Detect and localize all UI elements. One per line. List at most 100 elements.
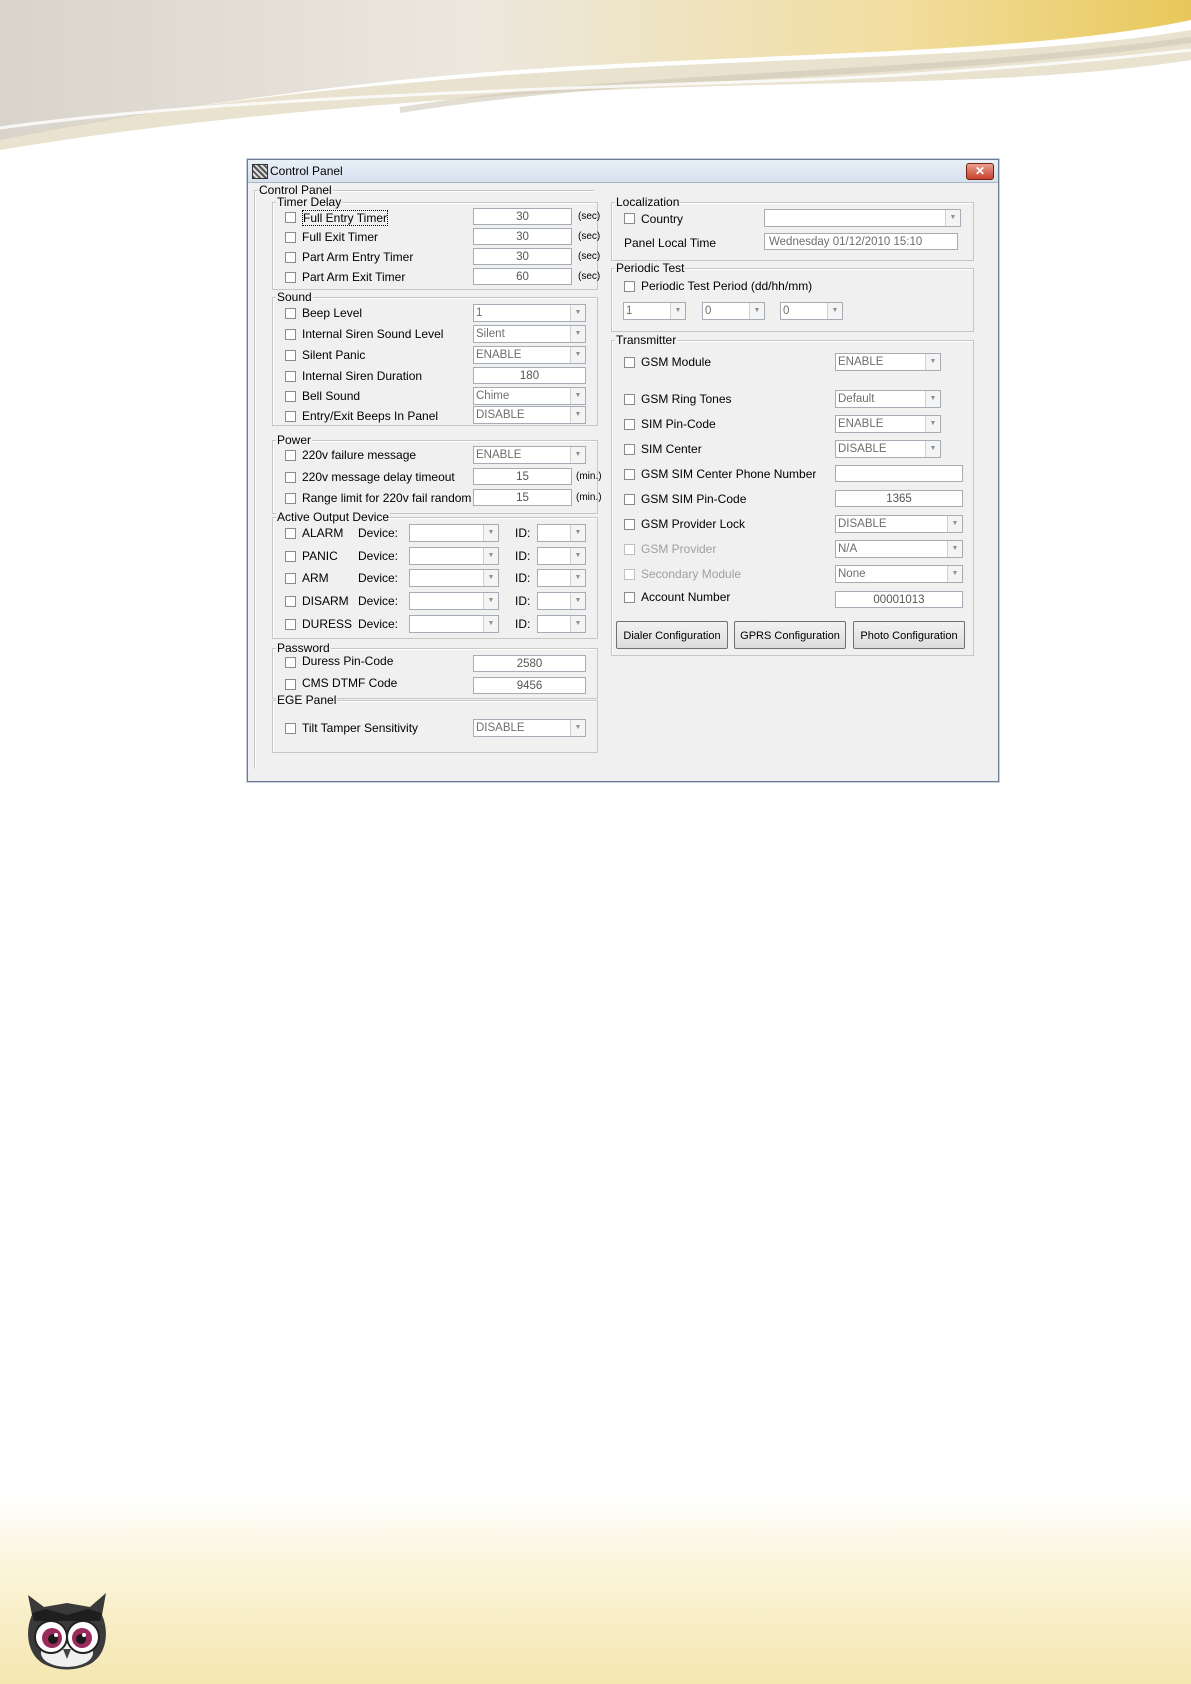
periodic-test-period-checkbox[interactable] <box>624 281 635 292</box>
duress-device-select[interactable]: ▼ <box>409 615 499 633</box>
sim-center-checkbox[interactable] <box>624 444 635 455</box>
gsm-ring-tones-select[interactable]: Default ▼ <box>835 390 941 408</box>
arm-id-select[interactable]: ▼ <box>537 569 586 587</box>
close-button[interactable]: ✕ <box>966 163 994 180</box>
chevron-down-icon: ▼ <box>925 441 940 457</box>
title-bar[interactable]: Control Panel ✕ <box>248 160 998 183</box>
message-delay-timeout-checkbox[interactable] <box>285 472 296 483</box>
account-number-row: Account Number 00001013 <box>612 590 973 608</box>
panic-checkbox[interactable] <box>285 551 296 562</box>
control-panel-window: Control Panel ✕ Control Panel Timer Dela… <box>247 159 999 782</box>
duress-device-label: Device: <box>358 617 399 631</box>
gsm-provider-lock-checkbox[interactable] <box>624 519 635 530</box>
gsm-ring-tones-checkbox[interactable] <box>624 394 635 405</box>
beep-level-select[interactable]: 1 ▼ <box>473 304 586 322</box>
bell-sound-select[interactable]: Chime ▼ <box>473 387 586 405</box>
arm-label: ARM <box>302 571 329 585</box>
internal-siren-sound-level-select[interactable]: Silent ▼ <box>473 325 586 343</box>
transmitter-label: Transmitter <box>615 333 678 347</box>
gsm-provider-value: N/A <box>838 543 858 555</box>
secondary-module-checkbox <box>624 569 635 580</box>
chevron-down-icon: ▼ <box>570 570 585 586</box>
disarm-checkbox[interactable] <box>285 596 296 607</box>
alarm-id-select[interactable]: ▼ <box>537 524 586 542</box>
full-exit-timer-checkbox[interactable] <box>285 232 296 243</box>
internal-siren-sound-level-checkbox[interactable] <box>285 329 296 340</box>
cms-dtmf-code-row: CMS DTMF Code 9456 <box>273 675 597 694</box>
cms-dtmf-code-checkbox[interactable] <box>285 679 296 690</box>
gsm-sim-center-phone-checkbox[interactable] <box>624 469 635 480</box>
gprs-configuration-button[interactable]: GPRS Configuration <box>734 621 846 649</box>
full-exit-timer-input[interactable]: 30 <box>473 228 572 245</box>
failure-message-select[interactable]: ENABLE ▼ <box>473 446 586 464</box>
panic-device-select[interactable]: ▼ <box>409 547 499 565</box>
photo-configuration-button[interactable]: Photo Configuration <box>853 621 965 649</box>
internal-siren-duration-row: Internal Siren Duration 180 <box>273 367 597 385</box>
gsm-module-checkbox[interactable] <box>624 357 635 368</box>
silent-panic-checkbox[interactable] <box>285 350 296 361</box>
timer-delay-label: Timer Delay <box>276 195 343 209</box>
country-checkbox[interactable] <box>624 213 635 224</box>
internal-siren-duration-checkbox[interactable] <box>285 371 296 382</box>
periodic-test-period-row: Periodic Test Period (dd/hh/mm) <box>612 277 973 295</box>
silent-panic-select[interactable]: ENABLE ▼ <box>473 346 586 364</box>
gsm-module-select[interactable]: ENABLE ▼ <box>835 353 941 371</box>
duress-pin-code-input[interactable]: 2580 <box>473 655 586 672</box>
gsm-provider-lock-select[interactable]: DISABLE ▼ <box>835 515 963 533</box>
alarm-output-row: ALARM Device: ▼ ID: ▼ <box>273 524 597 542</box>
full-entry-timer-input[interactable]: 30 <box>473 208 572 225</box>
account-number-checkbox[interactable] <box>624 592 635 603</box>
sim-center-select[interactable]: DISABLE ▼ <box>835 440 941 458</box>
chevron-down-icon: ▼ <box>570 525 585 541</box>
gsm-sim-center-phone-input[interactable] <box>835 465 963 482</box>
chevron-down-icon: ▼ <box>570 305 585 321</box>
silent-panic-label: Silent Panic <box>302 348 366 362</box>
gsm-sim-pin-code-checkbox[interactable] <box>624 494 635 505</box>
disarm-id-label: ID: <box>515 594 531 608</box>
panic-id-select[interactable]: ▼ <box>537 547 586 565</box>
chevron-down-icon: ▼ <box>827 303 842 319</box>
panel-local-time-field: Wednesday 01/12/2010 15:10 <box>764 233 958 250</box>
full-entry-timer-checkbox[interactable] <box>285 212 296 223</box>
periodic-test-hours-select[interactable]: 0 ▼ <box>702 302 765 320</box>
part-arm-entry-timer-checkbox[interactable] <box>285 252 296 263</box>
cms-dtmf-code-input[interactable]: 9456 <box>473 677 586 694</box>
periodic-test-minutes-select[interactable]: 0 ▼ <box>780 302 843 320</box>
arm-checkbox[interactable] <box>285 573 296 584</box>
country-select[interactable]: ▼ <box>764 209 961 227</box>
duress-id-select[interactable]: ▼ <box>537 615 586 633</box>
internal-siren-duration-input[interactable]: 180 <box>473 367 586 384</box>
entry-exit-beeps-checkbox[interactable] <box>285 411 296 422</box>
failure-message-checkbox[interactable] <box>285 450 296 461</box>
arm-device-select[interactable]: ▼ <box>409 569 499 587</box>
gsm-sim-center-phone-row: GSM SIM Center Phone Number <box>612 465 973 483</box>
sim-pin-code-checkbox[interactable] <box>624 419 635 430</box>
message-delay-timeout-input[interactable]: 15 <box>473 468 572 485</box>
account-number-input[interactable]: 00001013 <box>835 591 963 608</box>
range-limit-input[interactable]: 15 <box>473 489 572 506</box>
dialer-configuration-button[interactable]: Dialer Configuration <box>616 621 728 649</box>
full-exit-timer-label: Full Exit Timer <box>302 230 379 244</box>
sim-pin-code-select[interactable]: ENABLE ▼ <box>835 415 941 433</box>
part-arm-entry-timer-input[interactable]: 30 <box>473 248 572 265</box>
tilt-tamper-checkbox[interactable] <box>285 723 296 734</box>
entry-exit-beeps-select[interactable]: DISABLE ▼ <box>473 406 586 424</box>
periodic-test-days-value: 1 <box>626 305 633 317</box>
alarm-checkbox[interactable] <box>285 528 296 539</box>
alarm-device-select[interactable]: ▼ <box>409 524 499 542</box>
disarm-id-select[interactable]: ▼ <box>537 592 586 610</box>
part-arm-exit-timer-checkbox[interactable] <box>285 272 296 283</box>
range-limit-checkbox[interactable] <box>285 493 296 504</box>
tilt-tamper-select[interactable]: DISABLE ▼ <box>473 719 586 737</box>
part-arm-exit-timer-input[interactable]: 60 <box>473 268 572 285</box>
periodic-test-hours-value: 0 <box>705 305 712 317</box>
panic-device-label: Device: <box>358 549 399 563</box>
periodic-test-days-select[interactable]: 1 ▼ <box>623 302 686 320</box>
disarm-device-select[interactable]: ▼ <box>409 592 499 610</box>
duress-checkbox[interactable] <box>285 619 296 630</box>
bell-sound-checkbox[interactable] <box>285 391 296 402</box>
duress-pin-code-checkbox[interactable] <box>285 657 296 668</box>
beep-level-checkbox[interactable] <box>285 308 296 319</box>
localization-group: Localization Country ▼ Panel Local Time … <box>611 195 974 261</box>
gsm-sim-pin-code-input[interactable]: 1365 <box>835 490 963 507</box>
